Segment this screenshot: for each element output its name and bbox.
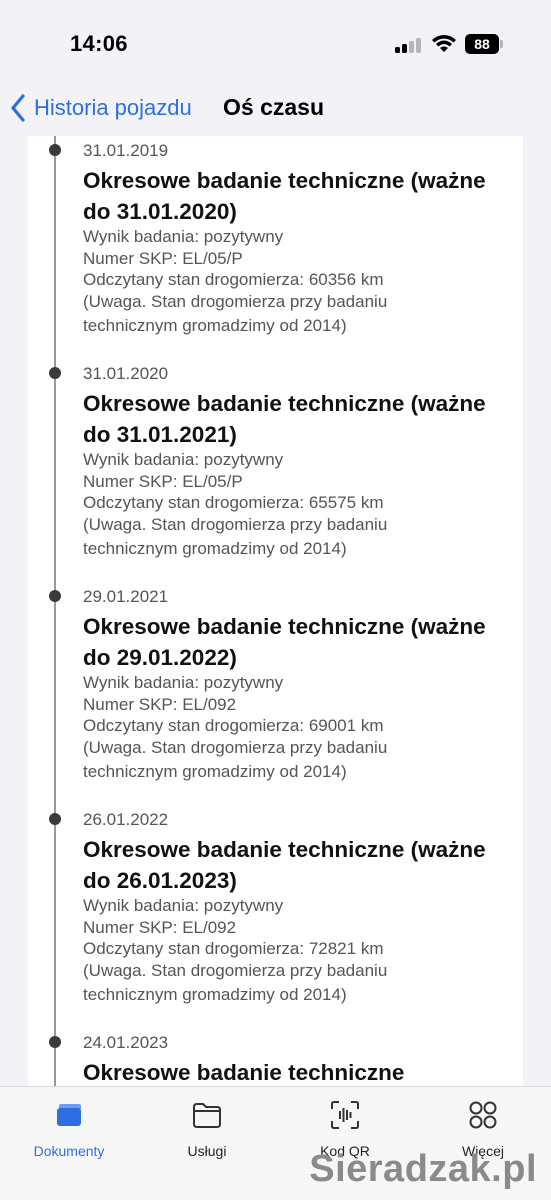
detail-note: (Uwaga. Stan drogomierza przy badaniu	[83, 514, 388, 534]
detail-skp: Numer SKP: EL/05/P	[83, 248, 243, 268]
detail-skp: Numer SKP: EL/092	[83, 694, 237, 714]
timeline-dot	[49, 367, 61, 379]
timeline-dot	[49, 1036, 61, 1048]
documents-icon	[57, 1104, 81, 1126]
status-bar: 14:06 88	[0, 0, 551, 80]
entry-date: 29.01.2021	[83, 587, 169, 606]
detail-note: technicznym gromadzimy od 2014)	[83, 762, 347, 781]
detail-result: Wynik badania: pozytywny	[83, 227, 284, 246]
detail-skp: Numer SKP: EL/092	[83, 917, 237, 937]
tab-label: Usługi	[187, 1143, 227, 1159]
battery-level: 88	[474, 36, 490, 52]
detail-note: (Uwaga. Stan drogomierza przy badaniu	[83, 960, 388, 980]
timeline-line	[54, 136, 56, 1086]
detail-odometer: Odczytany stan drogomierza: 60356 km	[83, 270, 384, 289]
timeline-dot	[49, 813, 61, 825]
cellular-signal-icon	[395, 37, 423, 53]
entry-title: Okresowe badanie techniczne	[83, 1060, 405, 1085]
entry-date: 26.01.2022	[83, 810, 169, 829]
detail-note: (Uwaga. Stan drogomierza przy badaniu	[83, 737, 388, 757]
back-button[interactable]: Historia pojazdu	[10, 92, 192, 124]
wifi-icon	[432, 35, 456, 52]
entry-details: Wynik badania: pozytywny Numer SKP: EL/0…	[83, 226, 513, 337]
timeline-dot	[49, 144, 61, 156]
entry-details: Wynik badania: pozytywny Numer SKP: EL/0…	[83, 672, 513, 783]
status-time: 14:06	[70, 31, 128, 56]
detail-result: Wynik badania: pozytywny	[83, 896, 284, 915]
page-title: Oś czasu	[223, 94, 324, 120]
entry-title: Okresowe badanie techniczne (ważne do 29…	[83, 614, 486, 670]
entry-title: Okresowe badanie techniczne (ważne do 31…	[83, 168, 486, 224]
detail-odometer: Odczytany stan drogomierza: 69001 km	[83, 716, 384, 735]
timeline-card: 31.01.2019 Okresowe badanie techniczne (…	[28, 136, 523, 1086]
timeline-dot	[49, 590, 61, 602]
entry-date: 24.01.2023	[83, 1033, 169, 1052]
detail-note: technicznym gromadzimy od 2014)	[83, 316, 347, 335]
tab-dokumenty[interactable]: Dokumenty	[14, 1099, 124, 1159]
back-label: Historia pojazdu	[34, 95, 192, 120]
tab-uslugi[interactable]: Usługi	[152, 1099, 262, 1159]
entry-details: Wynik badania: pozytywny Numer SKP: EL/0…	[83, 895, 513, 1006]
tab-label: Dokumenty	[33, 1143, 105, 1159]
detail-note: (Uwaga. Stan drogomierza przy badaniu	[83, 291, 388, 311]
entry-details: Wynik badania: pozytywny Numer SKP: EL/0…	[83, 449, 513, 560]
entry-title: Okresowe badanie techniczne (ważne do 26…	[83, 837, 486, 893]
folder-icon	[193, 1103, 221, 1128]
battery-icon: 88	[465, 34, 503, 54]
detail-note: technicznym gromadzimy od 2014)	[83, 985, 347, 1004]
entry-date: 31.01.2019	[83, 141, 169, 160]
qr-scan-icon	[331, 1101, 359, 1129]
detail-odometer: Odczytany stan drogomierza: 65575 km	[83, 493, 384, 512]
detail-result: Wynik badania: pozytywny	[83, 450, 284, 469]
watermark: Sieradzak.pl	[309, 1148, 537, 1190]
entry-title: Okresowe badanie techniczne (ważne do 31…	[83, 391, 486, 447]
entry-date: 31.01.2020	[83, 364, 169, 383]
chevron-left-icon	[11, 94, 25, 122]
detail-note: technicznym gromadzimy od 2014)	[83, 539, 347, 558]
detail-result: Wynik badania: pozytywny	[83, 673, 284, 692]
detail-odometer: Odczytany stan drogomierza: 72821 km	[83, 939, 384, 958]
more-grid-icon	[469, 1101, 497, 1129]
detail-skp: Numer SKP: EL/05/P	[83, 471, 243, 491]
navigation-bar: Historia pojazdu Oś czasu	[0, 80, 551, 136]
